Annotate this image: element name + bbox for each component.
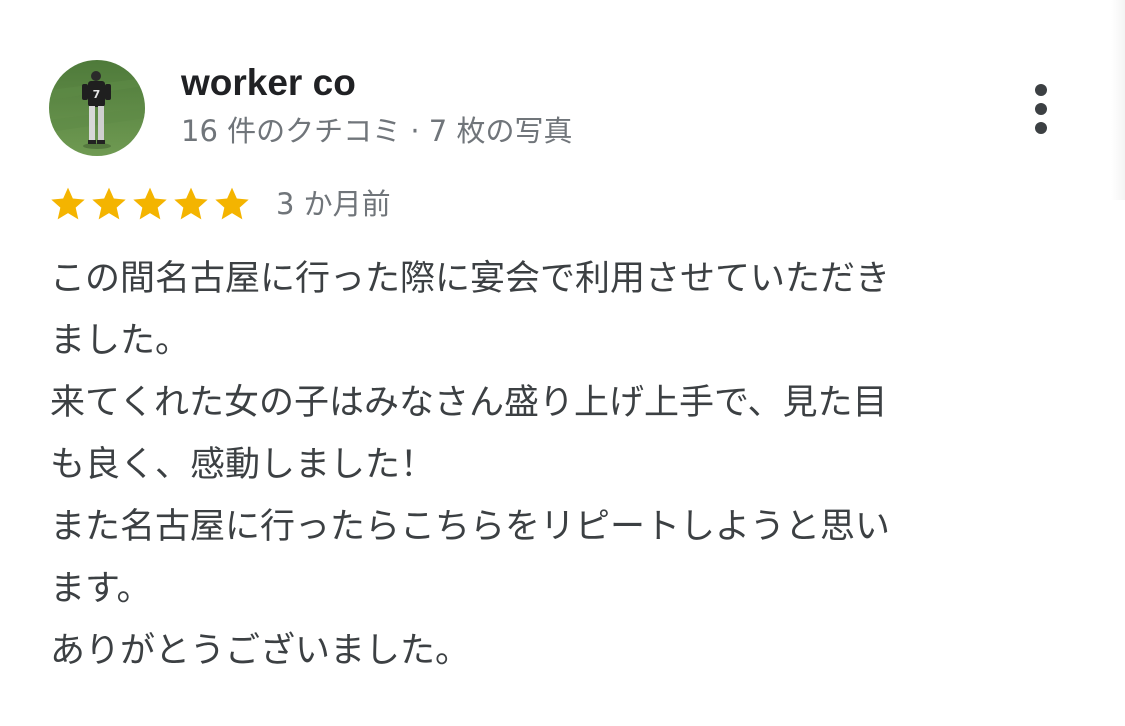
avatar[interactable]: 7	[49, 60, 145, 156]
star-icon	[92, 187, 126, 220]
rating-row: 3 か月前	[48, 182, 391, 226]
star-icon	[133, 187, 167, 220]
reviewer-stats: 16 件のクチコミ · 7 枚の写真	[181, 114, 573, 148]
star-icon	[174, 187, 208, 220]
review-line: ました。	[50, 321, 191, 361]
star-rating	[48, 184, 252, 224]
star-icon	[215, 187, 249, 220]
review-date: 3 か月前	[276, 187, 391, 221]
review-text: この間名古屋に行った際に宴会で利用させていただき ました。来てくれた女の子はみなさ…	[50, 248, 1090, 682]
review-line: この間名古屋に行った際に宴会で利用させていただき	[50, 259, 891, 299]
more-vertical-icon	[1035, 84, 1047, 96]
review-line: も良く、感動しました！	[50, 445, 436, 485]
svg-text:7: 7	[93, 88, 101, 101]
more-options-button[interactable]	[1016, 78, 1066, 140]
review-line: ありがとうございました。	[50, 631, 471, 671]
review-card: 7 worker co 16 件のクチコミ · 7 枚の写真 3 か月前 この間…	[0, 0, 1125, 726]
avatar-photo: 7	[49, 60, 145, 156]
scroll-edge	[1111, 0, 1125, 200]
review-line: ます。	[50, 569, 152, 609]
reviewer-name[interactable]: worker co	[181, 60, 356, 106]
star-icon	[51, 187, 85, 220]
review-line: 来てくれた女の子はみなさん盛り上げ上手で、見た目	[50, 383, 888, 423]
review-line: また名古屋に行ったらこちらをリピートしようと思い	[50, 507, 891, 547]
